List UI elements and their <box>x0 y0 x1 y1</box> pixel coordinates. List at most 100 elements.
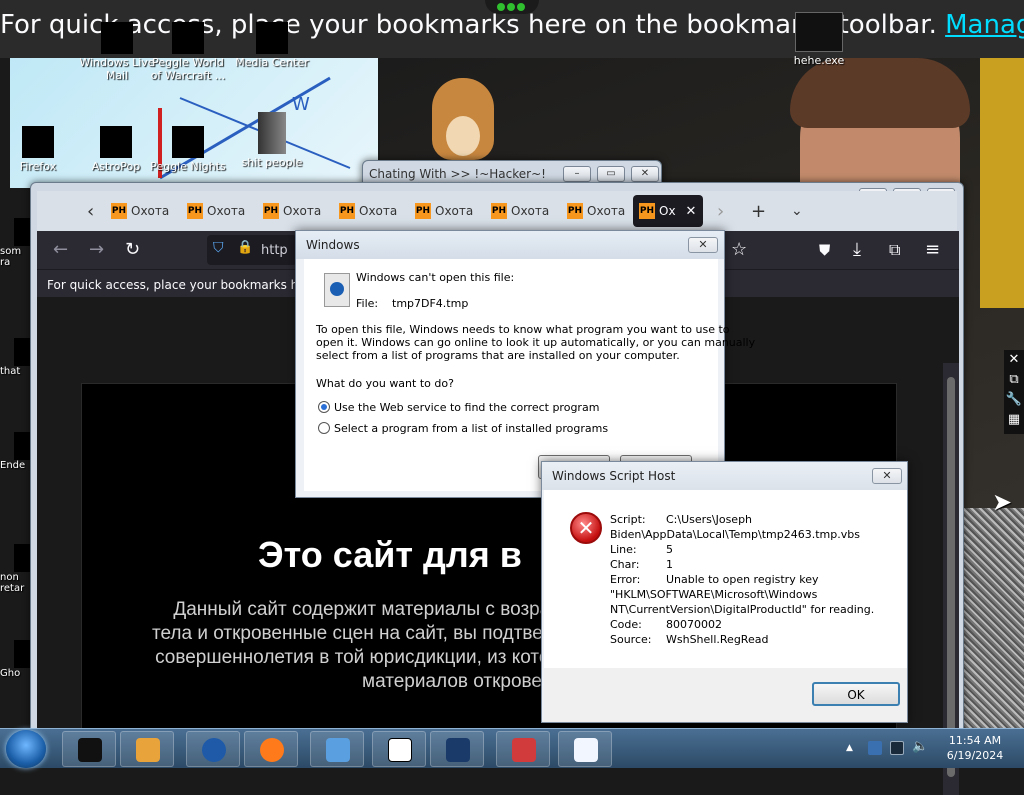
desktop-icon-peggle-wow[interactable]: Peggle World of Warcraft ... <box>148 22 228 82</box>
status-dot <box>517 3 525 11</box>
close-button[interactable]: ✕ <box>872 468 902 484</box>
browser-tab[interactable]: PH Охота <box>485 195 559 227</box>
close-button[interactable]: ✕ <box>688 237 718 253</box>
people-icon <box>326 738 350 762</box>
bookmark-star-icon[interactable]: ☆ <box>731 239 747 260</box>
desktop-icon-partial[interactable]: non retar <box>0 544 30 594</box>
favicon-icon: PH <box>339 203 355 219</box>
desktop-icon-partial[interactable]: that <box>0 338 30 377</box>
taskbar-item[interactable] <box>186 731 240 767</box>
tab-label: Охота <box>359 204 398 218</box>
browser-tab[interactable]: PH Охота <box>257 195 331 227</box>
age-title: Это сайт для в <box>258 534 522 575</box>
row-value: 5 <box>666 543 673 556</box>
7zip-icon <box>388 738 412 762</box>
taskbar-item[interactable] <box>244 731 298 767</box>
file-icon <box>14 432 30 460</box>
desktop-icon-astropop[interactable]: AstroPop <box>76 126 156 173</box>
favicon-icon: PH <box>491 203 507 219</box>
desktop-icon-peggle-nights[interactable]: Peggle Nights <box>148 126 228 173</box>
man-hair <box>790 58 970 128</box>
option-list-label[interactable]: Select a program from a list of installe… <box>334 422 608 435</box>
explanation-line: open it. Windows can go online to look i… <box>316 336 756 349</box>
row-value: NT\CurrentVersion\DigitalProductId" for … <box>610 603 875 616</box>
browser-tab[interactable]: PH Охота <box>561 195 635 227</box>
open-with-dialog[interactable]: Windows ✕ Windows can't open this file: … <box>295 230 755 498</box>
system-tray: ▲ 🔈 11:54 AM 6/19/2024 <box>840 729 1024 769</box>
popout-icon[interactable]: ⧉ <box>1004 370 1024 390</box>
desktop-icon-label: non retar <box>0 572 25 594</box>
radio-program-list[interactable] <box>318 422 330 434</box>
desktop-icon-label: hehe.exe <box>793 54 845 67</box>
browser-tab-active[interactable]: PH Ох ✕ <box>633 195 703 227</box>
file-label: File: <box>356 297 379 310</box>
browser-tab[interactable]: PH Охота <box>333 195 407 227</box>
display-icon[interactable] <box>890 741 904 755</box>
taskbar-item[interactable] <box>372 731 426 767</box>
grid-icon[interactable]: ▦ <box>1004 410 1024 430</box>
scrollbar-thumb[interactable] <box>947 377 955 777</box>
tab-label: Охота <box>435 204 474 218</box>
volume-icon[interactable]: 🔈 <box>912 739 928 754</box>
close-button[interactable]: ✕ <box>631 166 659 182</box>
browser-tab[interactable]: PH Охота <box>181 195 255 227</box>
desktop-icon-firefox[interactable]: Firefox <box>0 126 78 173</box>
wrench-icon[interactable]: 🔧 <box>1004 390 1024 410</box>
dialog-title: Windows Script Host <box>552 469 676 483</box>
taskbar-item[interactable] <box>496 731 550 767</box>
close-icon[interactable]: ✕ <box>1004 350 1024 370</box>
desktop-icon-label: Media Center <box>235 56 309 69</box>
taskbar-item[interactable] <box>430 731 484 767</box>
browser-tab[interactable]: PH Охота <box>105 195 179 227</box>
taskbar-item[interactable] <box>62 731 116 767</box>
radio-web-service[interactable] <box>318 401 330 413</box>
script-error-dialog[interactable]: Windows Script Host ✕ ✕ Script: C:\Users\… <box>541 461 908 723</box>
desktop-icon-windows-live-mail[interactable]: Windows Live Mail <box>77 22 157 82</box>
minimize-button[interactable]: – <box>563 166 591 182</box>
desktop-icon-hehe[interactable]: hehe.exe <box>779 12 859 67</box>
peggle-nights-icon <box>172 126 204 158</box>
favicon-icon: PH <box>639 203 655 219</box>
shield-icon: ⛉ <box>213 240 224 256</box>
url-bar[interactable]: ⛉ 🔒 http <box>207 235 297 265</box>
taskbar-item[interactable] <box>120 731 174 767</box>
forward-icon[interactable]: → <box>89 239 104 260</box>
downloads-icon[interactable]: ⤓ <box>853 239 861 260</box>
new-tab-icon[interactable]: + <box>751 201 766 222</box>
file-icon <box>14 544 30 572</box>
back-icon[interactable]: ← <box>53 239 68 260</box>
clock[interactable]: 11:54 AM 6/19/2024 <box>940 733 1010 763</box>
taskbar-item[interactable] <box>558 731 612 767</box>
file-icon <box>14 338 30 366</box>
favicon-icon: PH <box>187 203 203 219</box>
tab-scroll-right-icon[interactable]: › <box>717 201 724 222</box>
dialog-title: Windows <box>306 238 360 252</box>
option-web-label[interactable]: Use the Web service to find the correct … <box>334 401 599 414</box>
pocket-icon[interactable]: ⛊ <box>819 241 830 259</box>
list-tabs-icon[interactable]: ⌄ <box>791 203 803 219</box>
menu-icon[interactable]: ≡ <box>925 239 940 260</box>
network-icon[interactable] <box>868 741 882 755</box>
tab-scroll-left-icon[interactable]: ‹ <box>87 201 94 222</box>
manage-bookmarks-link[interactable]: Manage bookmarks… <box>945 10 1024 40</box>
browser-tab[interactable]: PH Охота <box>409 195 483 227</box>
close-tab-icon[interactable]: ✕ <box>686 204 697 219</box>
start-button[interactable] <box>6 730 46 768</box>
desktop-icon-partial[interactable]: Gho <box>0 640 30 679</box>
desktop-icon-label: Windows Live Mail <box>79 56 155 82</box>
desktop-icon-partial[interactable]: Ende <box>0 432 30 471</box>
desktop-icon-partial[interactable]: som ra <box>0 218 30 268</box>
row-key: Error: <box>610 573 641 586</box>
taskbar-item[interactable] <box>310 731 364 767</box>
reload-icon[interactable]: ↻ <box>125 239 140 260</box>
desktop-icon-media-center[interactable]: Media Center <box>232 22 312 69</box>
ok-button[interactable]: OK <box>812 682 900 706</box>
bookmarks-toolbar-hint: For quick access, place your bookmarks h… <box>47 278 334 292</box>
desktop-icon-shit-people[interactable]: shit people <box>232 112 312 169</box>
maximize-button[interactable]: ▭ <box>597 166 625 182</box>
show-hidden-icon[interactable]: ▲ <box>846 743 860 757</box>
extensions-icon[interactable]: ⧉ <box>889 240 900 260</box>
dialog-body: Windows can't open this file: File: tmp7… <box>304 259 755 491</box>
status-dot <box>507 3 515 11</box>
dialog-titlebar: Windows Script Host <box>542 462 907 490</box>
